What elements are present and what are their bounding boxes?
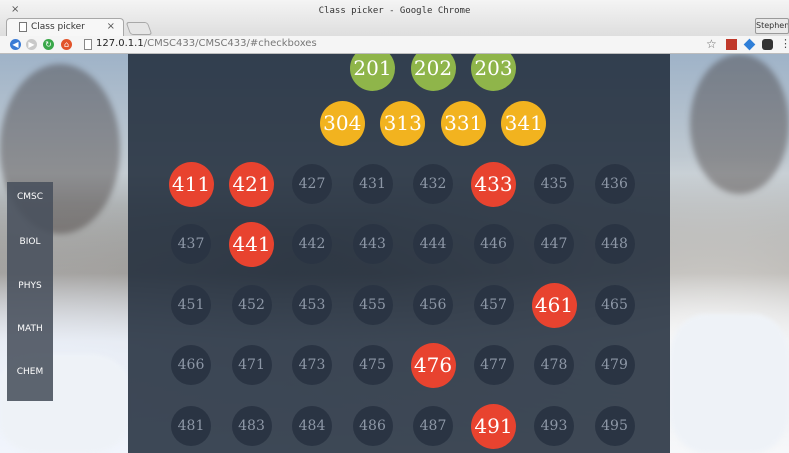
course-checkbox-452[interactable]: 452 xyxy=(231,285,272,325)
page-info-icon[interactable] xyxy=(84,39,92,50)
browser-toolbar: ◀ ▶ ↻ ⌂ 127.0.1.1/CMSC433/CMSC433/#check… xyxy=(0,36,789,54)
course-checkbox-446[interactable]: 446 xyxy=(473,224,514,264)
tab-close-icon[interactable]: × xyxy=(107,21,115,32)
tab-label: Class picker xyxy=(31,22,85,32)
sidebar-item-phys[interactable]: PHYS xyxy=(7,281,53,291)
course-checkbox-478[interactable]: 478 xyxy=(534,345,574,385)
course-checkbox-476[interactable]: 476 xyxy=(410,342,456,388)
course-checkbox-448[interactable]: 448 xyxy=(594,224,635,264)
course-checkbox-487[interactable]: 487 xyxy=(413,406,453,446)
course-checkbox-456[interactable]: 456 xyxy=(413,285,453,325)
course-checkbox-484[interactable]: 484 xyxy=(292,406,332,446)
course-checkbox-457[interactable]: 457 xyxy=(473,285,514,325)
course-checkbox-435[interactable]: 435 xyxy=(534,164,574,204)
course-checkbox-479[interactable]: 479 xyxy=(594,345,635,385)
course-checkbox-432[interactable]: 432 xyxy=(413,164,453,204)
course-checkbox-465[interactable]: 465 xyxy=(594,285,635,325)
back-icon[interactable]: ◀ xyxy=(10,39,21,50)
course-checkbox-441[interactable]: 441 xyxy=(229,221,274,267)
home-icon[interactable]: ⌂ xyxy=(61,39,72,50)
course-checkbox-451[interactable]: 451 xyxy=(171,285,211,325)
course-checkbox-453[interactable]: 453 xyxy=(292,285,332,325)
url-host: 127.0.1.1 xyxy=(96,38,144,49)
new-tab-button[interactable] xyxy=(125,22,153,35)
course-checkbox-466[interactable]: 466 xyxy=(171,345,211,385)
sidebar-item-math[interactable]: MATH xyxy=(7,324,53,334)
sidebar-item-cmsc[interactable]: CMSC xyxy=(7,192,53,202)
course-checkbox-444[interactable]: 444 xyxy=(413,224,453,264)
course-checkbox-455[interactable]: 455 xyxy=(352,285,393,325)
course-checkbox-433[interactable]: 433 xyxy=(471,161,516,207)
course-grid-panel: 201 202 203 304 313 331 341 411 421 427 431 432 433 4… xyxy=(128,54,670,453)
extension-icon[interactable] xyxy=(743,38,756,51)
reload-icon[interactable]: ↻ xyxy=(43,39,54,50)
course-checkbox-477[interactable]: 477 xyxy=(473,345,514,385)
course-checkbox-304[interactable]: 304 xyxy=(319,100,365,146)
course-checkbox-421[interactable]: 421 xyxy=(229,161,274,207)
extension-icon[interactable] xyxy=(726,39,737,50)
forward-icon[interactable]: ▶ xyxy=(26,39,37,50)
window-title: Class picker - Google Chrome xyxy=(318,6,471,16)
course-checkbox-481[interactable]: 481 xyxy=(171,406,211,446)
tab-class-picker[interactable]: Class picker × xyxy=(6,18,124,36)
course-checkbox-473[interactable]: 473 xyxy=(292,345,332,385)
course-checkbox-471[interactable]: 471 xyxy=(231,345,272,385)
bookmark-star-icon[interactable]: ☆ xyxy=(706,37,717,51)
course-checkbox-461[interactable]: 461 xyxy=(531,282,577,328)
sidebar-item-chem[interactable]: CHEM xyxy=(7,367,53,377)
course-checkbox-486[interactable]: 486 xyxy=(352,406,393,446)
sidebar-item-biol[interactable]: BIOL xyxy=(7,237,53,247)
extension-icon[interactable] xyxy=(762,39,773,50)
page-background: 201 202 203 304 313 331 341 411 421 427 431 432 433 4… xyxy=(0,54,789,453)
course-checkbox-427[interactable]: 427 xyxy=(292,164,332,204)
url-path: /CMSC433/CMSC433/#checkboxes xyxy=(143,38,317,49)
course-checkbox-201[interactable]: 201 xyxy=(350,54,395,91)
address-bar[interactable]: 127.0.1.1/CMSC433/CMSC433/#checkboxes xyxy=(96,38,317,49)
course-checkbox-475[interactable]: 475 xyxy=(352,345,393,385)
course-checkbox-431[interactable]: 431 xyxy=(352,164,393,204)
menu-icon[interactable]: ⋮ xyxy=(780,37,789,50)
course-checkbox-331[interactable]: 331 xyxy=(440,100,486,146)
course-checkbox-483[interactable]: 483 xyxy=(231,406,272,446)
page-icon xyxy=(19,22,27,32)
course-checkbox-411[interactable]: 411 xyxy=(168,161,214,207)
course-checkbox-202[interactable]: 202 xyxy=(410,54,456,91)
course-checkbox-491[interactable]: 491 xyxy=(471,403,516,449)
window-titlebar: × Class picker - Google Chrome Class pic… xyxy=(0,0,789,36)
course-checkbox-443[interactable]: 443 xyxy=(352,224,393,264)
course-checkbox-437[interactable]: 437 xyxy=(171,224,211,264)
tree-right xyxy=(690,54,789,194)
course-checkbox-436[interactable]: 436 xyxy=(594,164,635,204)
course-checkbox-447[interactable]: 447 xyxy=(534,224,574,264)
course-checkbox-442[interactable]: 442 xyxy=(292,224,332,264)
snow-right xyxy=(670,314,789,453)
course-checkbox-493[interactable]: 493 xyxy=(534,406,574,446)
profile-button[interactable]: Stephen xyxy=(755,18,789,34)
course-checkbox-495[interactable]: 495 xyxy=(594,406,635,446)
course-checkbox-341[interactable]: 341 xyxy=(501,100,547,146)
course-checkbox-203[interactable]: 203 xyxy=(471,54,516,91)
course-checkbox-313[interactable]: 313 xyxy=(380,100,426,146)
department-sidebar: CMSC BIOL PHYS MATH CHEM xyxy=(7,182,53,401)
